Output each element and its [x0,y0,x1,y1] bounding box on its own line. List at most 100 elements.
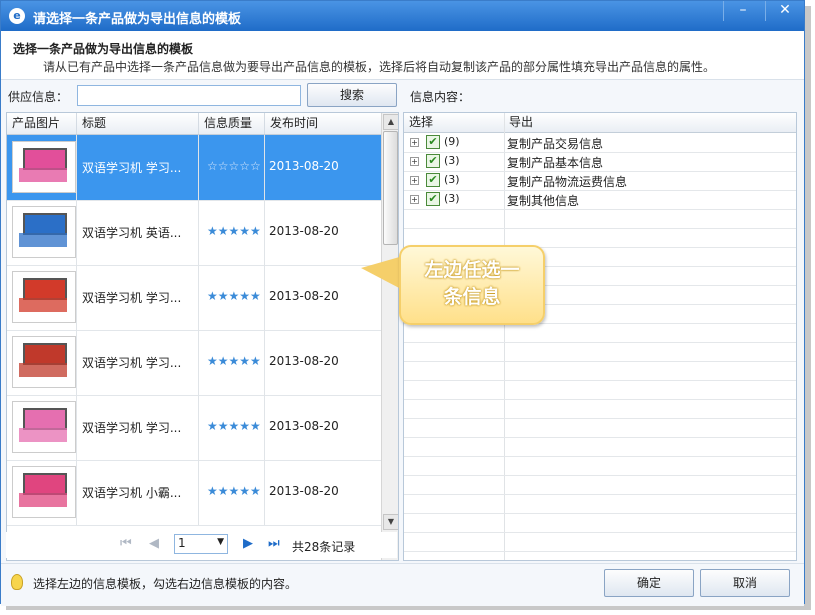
info-name: 复制产品交易信息 [507,137,604,151]
checkbox[interactable]: ✔ [426,135,440,149]
product-title-cell: 双语学习机 学习... [77,330,199,395]
info-name: 复制产品基本信息 [507,156,604,170]
product-title: 双语学习机 英语... [82,226,182,240]
product-date: 2013-08-20 [269,354,339,368]
product-row[interactable]: 双语学习机 学习... ☆☆☆☆☆ 2013-08-20 [7,135,381,201]
empty-row [404,361,796,381]
grid-scrollbar[interactable]: ▲ ▼ [381,113,398,560]
info-row[interactable]: + ✔ (3) 复制其他信息 [404,190,796,210]
header-title: 选择一条产品做为导出信息的模板 [13,42,194,56]
footer-tip: 选择左边的信息模板，勾选右边信息模板的内容。 [33,577,298,591]
column-header-image[interactable]: 产品图片 [7,113,77,134]
info-name: 复制其他信息 [507,194,580,208]
product-row[interactable]: 双语学习机 小霸... ★★★★★ 2013-08-20 [7,460,381,526]
checkbox[interactable]: ✔ [426,192,440,206]
page-select-value: 1 [178,536,186,550]
first-page-icon[interactable]: ⏮ [120,536,132,551]
empty-row [404,209,796,229]
checkbox[interactable]: ✔ [426,154,440,168]
product-row[interactable]: 双语学习机 学习... ★★★★★ 2013-08-20 [7,265,381,331]
empty-row [404,475,796,495]
expand-plus-icon[interactable]: + [410,138,419,147]
supplier-label: 供应信息： [8,90,69,104]
info-content-grid: 选择 导出 + ✔ (9) 复制产品交易信息 + ✔ (3) 复制产品基本信息 + ✔ (3) 复制产… [403,112,797,561]
info-row[interactable]: + ✔ (3) 复制产品基本信息 [404,152,796,172]
window-title: 请选择一条产品做为导出信息的模板 [33,12,242,27]
ok-button[interactable]: 确定 [604,569,694,597]
close-button[interactable]: ✕ [765,1,804,21]
info-name: 复制产品物流运费信息 [507,175,628,189]
callout-tail [361,256,403,290]
scroll-thumb[interactable] [383,131,398,245]
scroll-down-arrow-icon[interactable]: ▼ [383,514,398,530]
product-thumbnail [12,466,76,518]
last-page-icon[interactable]: ⏭ [268,536,280,551]
supplier-search-input[interactable] [77,85,301,106]
scroll-up-arrow-icon[interactable]: ▲ [383,114,398,130]
product-thumbnail [12,336,76,388]
product-image-cell [7,135,77,200]
column-header-title[interactable]: 标题 [77,113,199,134]
dialog-window: e 请选择一条产品做为导出信息的模板 – ✕ 选择一条产品做为导出信息的模板 请… [0,0,805,606]
product-image-cell [7,200,77,265]
empty-row [404,323,796,343]
pager: ⏮ ◀ 1 ▼ ▶ ⏭ 共28条记录 [6,532,397,558]
product-title: 双语学习机 学习... [82,356,182,370]
product-thumbnail [12,401,76,453]
empty-row [404,513,796,533]
search-button[interactable]: 搜索 [307,83,397,107]
product-date: 2013-08-20 [269,159,339,173]
quality-stars: ★★★★★ [207,484,261,498]
product-thumbnail [12,206,76,258]
quality-stars: ☆☆☆☆☆ [207,159,261,173]
grid-header: 产品图片 标题 信息质量 发布时间 [7,113,381,135]
callout-line-2: 条信息 [443,286,501,308]
product-date: 2013-08-20 [269,224,339,238]
hint-callout: 左边任选一 条信息 [399,245,545,325]
quality-stars: ★★★★★ [207,289,261,303]
dialog-footer: 选择左边的信息模板，勾选右边信息模板的内容。 确定 取消 [1,563,804,606]
info-count: (3) [444,154,460,167]
empty-row [404,456,796,476]
info-row[interactable]: + ✔ (9) 复制产品交易信息 [404,133,796,153]
info-row[interactable]: + ✔ (3) 复制产品物流运费信息 [404,171,796,191]
expand-plus-icon[interactable]: + [410,157,419,166]
checkbox[interactable]: ✔ [426,173,440,187]
page-select[interactable]: 1 ▼ [174,534,228,554]
prev-page-icon[interactable]: ◀ [149,536,159,551]
expand-plus-icon[interactable]: + [410,176,419,185]
product-title-cell: 双语学习机 英语... [77,200,199,265]
product-title-cell: 双语学习机 小霸... [77,460,199,525]
product-title: 双语学习机 学习... [82,291,182,305]
product-grid: 产品图片 标题 信息质量 发布时间 双语学习机 学习... ☆☆☆☆☆ 2013-0… [6,112,399,561]
lightbulb-icon [11,574,23,590]
quality-stars: ★★★★★ [207,354,261,368]
info-content-label: 信息内容： [410,90,471,104]
product-image-cell [7,265,77,330]
column-header-quality[interactable]: 信息质量 [199,113,265,134]
product-date: 2013-08-20 [269,289,339,303]
empty-row [404,380,796,400]
product-title-cell: 双语学习机 学习... [77,265,199,330]
info-grid-header: 选择 导出 [404,113,796,133]
product-image-cell [7,395,77,460]
product-row[interactable]: 双语学习机 学习... ★★★★★ 2013-08-20 [7,395,381,461]
cancel-button[interactable]: 取消 [700,569,790,597]
product-title: 双语学习机 小霸... [82,486,182,500]
dialog-header: 选择一条产品做为导出信息的模板 请从已有产品中选择一条产品信息做为要导出产品信息… [1,31,804,80]
info-count: (3) [444,192,460,205]
column-header-export: 导出 [509,115,534,129]
quality-stars: ★★★★★ [207,224,261,238]
product-row[interactable]: 双语学习机 英语... ★★★★★ 2013-08-20 [7,200,381,266]
product-date: 2013-08-20 [269,484,339,498]
expand-plus-icon[interactable]: + [410,195,419,204]
next-page-icon[interactable]: ▶ [243,536,253,551]
product-title-cell: 双语学习机 学习... [77,135,199,200]
column-header-date[interactable]: 发布时间 [265,113,381,134]
empty-row [404,399,796,419]
minimize-button[interactable]: – [723,1,762,21]
total-records: 共28条记录 [292,540,356,554]
product-row[interactable]: 双语学习机 学习... ★★★★★ 2013-08-20 [7,330,381,396]
info-count: (9) [444,135,460,148]
empty-row [404,418,796,438]
